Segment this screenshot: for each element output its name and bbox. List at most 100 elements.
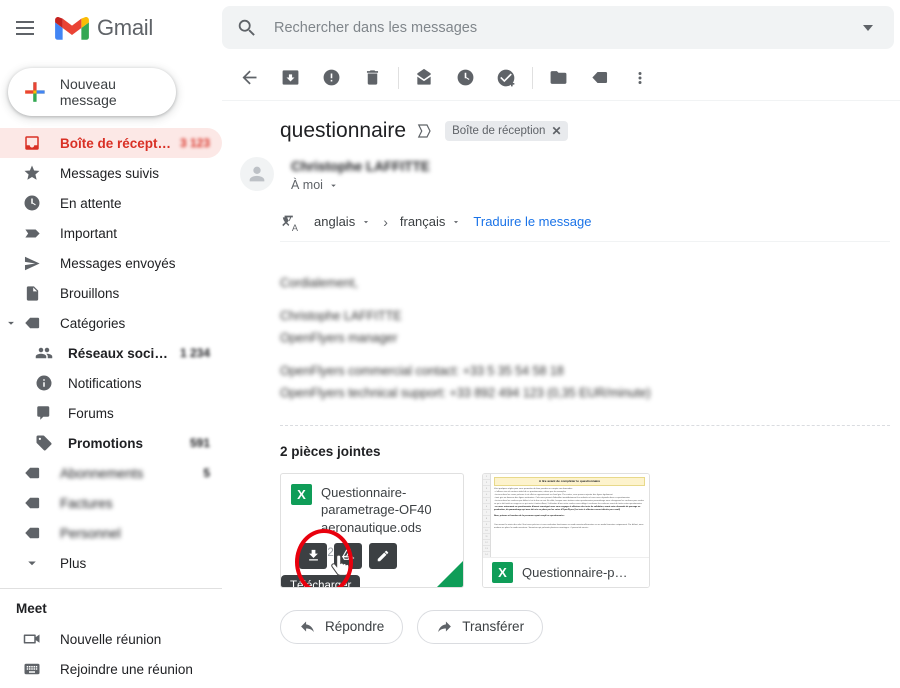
label-icon (22, 493, 42, 513)
sidebar-item-label: Plus (60, 555, 87, 571)
file-corner-fold (437, 560, 463, 587)
delete-button[interactable] (355, 61, 389, 95)
more-options-button[interactable] (623, 61, 657, 95)
translate-arrow-icon: › (383, 213, 388, 230)
folder-move-icon (550, 71, 566, 84)
source-language-label: anglais (314, 214, 356, 229)
edit-button[interactable] (369, 542, 397, 569)
recipient-toggle[interactable]: À moi (291, 178, 430, 192)
chevron-down-icon (8, 321, 14, 325)
download-button[interactable] (299, 542, 327, 569)
sidebar-item-drafts[interactable]: Brouillons (0, 278, 222, 308)
sidebar-item-label: Boîte de récepti... (60, 135, 172, 151)
target-language-select[interactable]: français (400, 214, 462, 229)
labels-button[interactable] (582, 61, 616, 95)
attachments-row: X Questionnaire-parametrage-OF40 aeronau… (280, 472, 900, 588)
sidebar-item-label: Promotions (68, 435, 144, 451)
attachment-card-2[interactable]: A lire avant de compléter le questionnai… (482, 472, 650, 588)
sidebar-item-starred[interactable]: Messages suivis (0, 158, 222, 188)
email-body: Cordialement, Christophe LAFFITTE OpenFl… (280, 274, 700, 403)
source-language-select[interactable]: anglais (314, 214, 371, 229)
body-separator (280, 424, 890, 426)
sidebar-item-label: Messages envoyés (60, 255, 176, 271)
attachment-card-1[interactable]: X Questionnaire-parametrage-OF40 aeronau… (280, 472, 464, 588)
inbox-icon (22, 133, 42, 153)
hamburger-icon[interactable] (5, 8, 45, 48)
body-line: OpenFlyers manager (280, 330, 398, 345)
report-spam-button[interactable] (314, 61, 348, 95)
mouse-cursor-pointer (331, 554, 350, 576)
star-icon (22, 163, 42, 183)
gmail-brand[interactable]: Gmail (55, 15, 153, 41)
attachments-title: 2 pièces jointes (280, 443, 381, 459)
more-vertical-icon (638, 71, 642, 84)
sidebar-item-sent[interactable]: Messages envoyés (0, 248, 222, 278)
body-line: OpenFlyers commercial contact: +33 5 35 … (280, 364, 564, 379)
snooze-button[interactable] (448, 61, 482, 95)
mark-unread-button[interactable] (407, 61, 441, 95)
translate-message-link[interactable]: Traduire le message (473, 214, 591, 229)
back-button[interactable] (232, 61, 266, 95)
sidebar-item-forums[interactable]: Forums (0, 398, 222, 428)
forward-button[interactable]: Transférer (417, 609, 544, 644)
sidebar-item-label: Abonnements (60, 465, 144, 481)
sidebar-item-label: Personnel (60, 525, 121, 541)
sidebar-item-social[interactable]: Réseaux socia... 1 234 (0, 338, 222, 368)
sidebar: Nouveau message Boîte de récepti... 3 12… (0, 55, 222, 688)
search-bar[interactable] (222, 6, 894, 49)
sidebar-item-promotions[interactable]: Promotions 591 (0, 428, 222, 458)
recipient-label: À moi (291, 178, 323, 192)
subject-row: questionnaire Boîte de réception ✕ (222, 101, 900, 143)
sidebar-item-label: Factures (60, 495, 113, 511)
draft-icon (22, 283, 42, 303)
search-options-button[interactable] (850, 10, 886, 46)
sidebar-item-label: Catégories (60, 315, 126, 331)
avatar (240, 157, 274, 191)
body-line: Cordialement, (280, 276, 358, 290)
sidebar-label-1[interactable]: Abonnements 5 (0, 458, 222, 488)
info-icon (34, 373, 54, 393)
sidebar-label-3[interactable]: Personnel (0, 518, 222, 548)
add-task-icon (497, 69, 515, 86)
archive-button[interactable] (273, 61, 307, 95)
close-icon[interactable]: ✕ (551, 124, 561, 138)
chevron-down-icon (863, 24, 873, 31)
move-to-button[interactable] (541, 61, 575, 95)
attachment-header: X Questionnaire-parametrage-OF40 aeronau… (281, 474, 463, 537)
sidebar-item-snoozed[interactable]: En attente (0, 188, 222, 218)
people-icon (34, 343, 54, 363)
attachment-footer: X Questionnaire-para... (483, 556, 649, 587)
search-input[interactable] (272, 18, 850, 37)
sidebar-item-new-meeting[interactable]: Nouvelle réunion (0, 624, 222, 654)
sidebar-item-important[interactable]: Important (0, 218, 222, 248)
sidebar-item-label: En attente (60, 195, 122, 211)
label-chip-text: Boîte de réception (452, 125, 546, 137)
label-icon (22, 463, 42, 483)
add-to-tasks-button[interactable] (489, 61, 523, 95)
pencil-icon (377, 550, 389, 562)
sidebar-item-label: Réseaux socia... (68, 345, 172, 361)
sidebar-item-inbox[interactable]: Boîte de récepti... 3 123 (0, 128, 222, 158)
important-icon (22, 223, 42, 243)
sender-row: Christophe LAFFITTE À moi (222, 143, 900, 192)
message-toolbar (222, 55, 900, 101)
sidebar-item-label: Important (60, 225, 118, 241)
sidebar-item-categories[interactable]: Catégories (0, 308, 222, 338)
sidebar-item-join-meeting[interactable]: Rejoindre une réunion (0, 654, 222, 684)
label-chip-inbox[interactable]: Boîte de réception ✕ (445, 121, 568, 141)
sidebar-item-more[interactable]: Plus (0, 548, 222, 578)
sidebar-item-label: Brouillons (60, 285, 120, 301)
chevron-down-icon (22, 553, 42, 573)
keyboard-icon (22, 659, 42, 679)
page-title: questionnaire (280, 119, 407, 142)
reply-actions: Répondre Transférer (280, 609, 900, 644)
arrow-left-icon (242, 70, 256, 85)
sidebar-item-count: 5 (203, 466, 210, 480)
sidebar-label-2[interactable]: Factures (0, 488, 222, 518)
reply-button[interactable]: Répondre (280, 609, 404, 644)
sidebar-item-updates[interactable]: Notifications (0, 368, 222, 398)
compose-button[interactable]: Nouveau message (8, 68, 176, 116)
tag-icon (591, 71, 607, 84)
gmail-wordmark: Gmail (97, 14, 153, 40)
attachment-filename: Questionnaire-para... (522, 564, 630, 580)
